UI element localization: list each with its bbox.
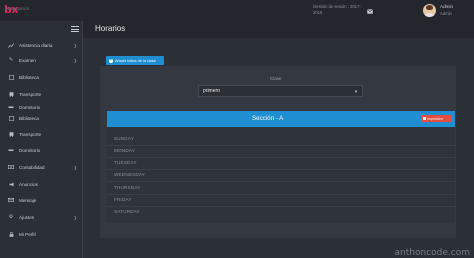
row-divider	[107, 145, 455, 146]
sidebar-item-examen[interactable]: ✎ Examen ❯	[0, 53, 83, 67]
sidebar-item-asistencia[interactable]: Asistencia diaria ❯	[0, 38, 83, 52]
announcement-icon	[7, 182, 15, 187]
book-icon	[7, 115, 15, 121]
sidebar-item-biblioteca-2[interactable]: Biblioteca	[0, 111, 83, 125]
sidebar-item-label: Mensaje	[19, 197, 37, 203]
sidebar-item-label: Contabilidad	[19, 164, 45, 170]
content-header	[83, 21, 474, 38]
gear-icon: ⚙	[8, 214, 14, 220]
row-divider	[107, 194, 455, 195]
bed-icon: ▬	[8, 104, 14, 110]
envelope-icon	[7, 198, 15, 202]
print-icon	[423, 117, 426, 120]
sidebar-item-label: Dormitorio	[19, 147, 41, 153]
chevron-right-icon: ❯	[73, 214, 77, 220]
sidebar-item-anuncios[interactable]: Anuncios	[0, 177, 83, 191]
add-class-routine-button[interactable]: + Añadir rutina de la clase	[106, 56, 164, 65]
day-row-thursday: THURSDAY	[114, 185, 141, 190]
add-class-routine-label: Añadir rutina de la clase	[115, 58, 156, 63]
user-role: Admin	[440, 11, 452, 16]
sidebar-item-dormitorio[interactable]: ▬ Dormitorio	[0, 103, 83, 111]
day-row-wednesday: WEDNESDAY	[114, 172, 146, 177]
section-title: Sección - A	[252, 115, 284, 122]
sidebar-item-biblioteca[interactable]: Biblioteca	[0, 70, 83, 84]
sidebar-item-label: Mi Perfil	[19, 231, 36, 237]
sidebar-item-transporte[interactable]: Transporte	[0, 87, 83, 101]
days-table	[107, 127, 455, 223]
sidebar-item-contabilidad[interactable]: Contabilidad ❯	[0, 160, 83, 174]
class-select[interactable]: primero ▼	[198, 85, 363, 97]
mail-icon[interactable]	[364, 6, 376, 16]
top-navbar	[0, 0, 474, 21]
money-icon	[7, 165, 15, 169]
sidebar-item-label: Biblioteca	[19, 115, 39, 121]
session-label: Gestión de sesión : 2017-2018	[313, 4, 361, 15]
sidebar-item-label: Transporte	[19, 91, 42, 97]
sidebar-item-transporte-2[interactable]: Transporte	[0, 127, 83, 141]
sidebar-item-label: Transporte	[19, 131, 42, 137]
sidebar-item-ajustes[interactable]: ⚙ Ajustes ❯	[0, 210, 83, 224]
sidebar-item-label: Dormitorio	[19, 104, 41, 110]
sidebar-item-label: Ajustes	[19, 214, 35, 220]
row-divider	[107, 169, 455, 170]
class-label: Clase	[270, 76, 282, 81]
caret-down-icon: ▼	[354, 88, 358, 94]
chevron-right-icon: ❯	[73, 164, 77, 170]
print-button[interactable]: Impresión	[421, 115, 452, 122]
menu-toggle-icon[interactable]	[71, 26, 79, 32]
bed-icon: ▬	[8, 147, 14, 153]
chevron-right-icon: ❯	[73, 42, 77, 48]
page-title: Horarios	[95, 24, 126, 33]
edit-icon: ✎	[8, 57, 14, 63]
row-divider	[107, 181, 455, 182]
class-select-value: primero	[203, 88, 220, 94]
bus-icon	[7, 131, 15, 137]
sidebar-item-mi-perfil[interactable]: Mi Perfil	[0, 227, 83, 241]
sidebar-item-mensaje[interactable]: Mensaje	[0, 193, 83, 207]
sidebar-item-label: Examen	[19, 57, 36, 63]
sidebar-heading: Navegación	[6, 6, 30, 11]
day-row-monday: MONDAY	[114, 148, 136, 153]
lock-icon	[7, 231, 15, 237]
print-button-label: Impresión	[427, 116, 443, 121]
book-icon	[7, 74, 15, 80]
avatar[interactable]	[423, 4, 436, 17]
day-row-saturday: SATURDAY	[114, 209, 140, 214]
user-name[interactable]: Admin	[440, 4, 453, 9]
chart-icon	[7, 42, 15, 48]
chevron-right-icon: ❯	[73, 57, 77, 63]
watermark: anthoncode.com	[394, 248, 470, 258]
sidebar-item-dormitorio-2[interactable]: ▬ Dormitorio	[0, 143, 83, 157]
row-divider	[107, 206, 455, 207]
plus-icon: +	[109, 57, 113, 63]
row-divider	[107, 157, 455, 158]
day-row-friday: FRIDAY	[114, 197, 132, 202]
sidebar-item-label: Anuncios	[19, 181, 38, 187]
sidebar-item-label: Asistencia diaria	[19, 42, 53, 48]
day-row-tuesday: TUESDAY	[114, 160, 137, 165]
sidebar-item-label: Biblioteca	[19, 74, 39, 80]
bus-icon	[7, 91, 15, 97]
day-row-sunday: SUNDAY	[114, 136, 135, 141]
